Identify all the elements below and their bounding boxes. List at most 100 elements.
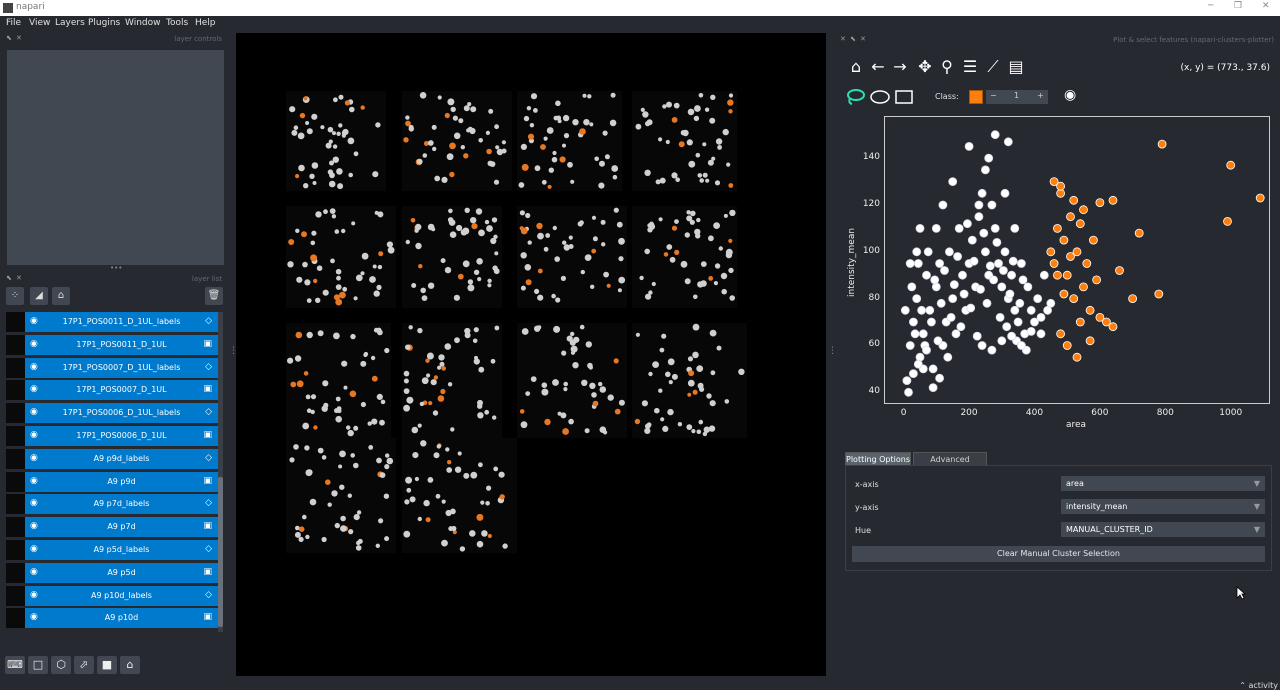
zoom-icon[interactable]: ⚲: [937, 57, 957, 77]
ellipse-select-icon[interactable]: [870, 90, 890, 104]
layer-row[interactable]: ◉ A9 p10d_labels ◇: [3, 585, 218, 606]
visibility-eye-icon[interactable]: ◉: [30, 316, 38, 326]
eye-icon[interactable]: ◉: [1064, 87, 1076, 103]
layer-item[interactable]: ◉ A9 p9d ▣: [25, 471, 218, 492]
transpose-button[interactable]: ⬀: [74, 656, 94, 674]
menu-window[interactable]: Window: [125, 18, 161, 28]
visibility-eye-icon[interactable]: ◉: [30, 453, 38, 463]
layer-item[interactable]: ◉ A9 p5d ▣: [25, 562, 218, 583]
menu-file[interactable]: File: [6, 18, 21, 28]
layer-item[interactable]: ◉ 17P1_POS0011_D_1UL ▣: [25, 334, 218, 355]
layer-row[interactable]: ◉ 17P1_POS0007_D_1UL_labels ◇: [3, 357, 218, 378]
home-button[interactable]: ⌂: [120, 656, 140, 674]
layer-item[interactable]: ◉ 17P1_POS0007_D_1UL_labels ◇: [25, 357, 218, 378]
menu-view[interactable]: View: [29, 18, 50, 28]
close-dock-icon[interactable]: ✕: [16, 274, 22, 282]
layer-row[interactable]: ◉ 17P1_POS0011_D_1UL ▣: [3, 334, 218, 355]
collapse-dock-icon[interactable]: ✕: [860, 35, 866, 43]
layer-item[interactable]: ◉ 17P1_POS0006_D_1UL ▣: [25, 426, 218, 446]
visibility-eye-icon[interactable]: ◉: [30, 339, 38, 349]
console-button[interactable]: ⌨: [5, 656, 25, 674]
visibility-eye-icon[interactable]: ◉: [30, 521, 38, 531]
layer-row[interactable]: ◉ A9 p9d ▣: [3, 471, 218, 492]
increment-icon[interactable]: +: [1037, 91, 1044, 100]
splitter-handle[interactable]: •••: [110, 264, 122, 272]
hue-select[interactable]: MANUAL_CLUSTER_ID ▼: [1061, 522, 1265, 537]
visibility-eye-icon[interactable]: ◉: [30, 590, 38, 600]
tab-plotting-options[interactable]: Plotting Options: [845, 452, 911, 466]
back-arrow-icon[interactable]: ←: [868, 57, 888, 77]
ndisplay-button[interactable]: □: [28, 656, 48, 674]
layer-row[interactable]: ◉ A9 p5d ▣: [3, 562, 218, 583]
float-dock-icon[interactable]: ⬉: [850, 35, 856, 43]
new-shapes-layer-button[interactable]: ◢: [30, 287, 48, 305]
layer-item[interactable]: ◉ A9 p9d_labels ◇: [25, 448, 218, 469]
float-dock-icon[interactable]: ⬉: [6, 34, 12, 42]
visibility-eye-icon[interactable]: ◉: [30, 384, 38, 394]
new-points-layer-button[interactable]: ⁘: [6, 287, 24, 305]
layer-thumbnail: [6, 494, 25, 515]
y-axis-select[interactable]: intensity_mean ▼: [1061, 499, 1265, 514]
layer-row[interactable]: ◉ 17P1_POS0007_D_1UL ▣: [3, 380, 218, 401]
visibility-eye-icon[interactable]: ◉: [30, 362, 38, 372]
viewer-canvas[interactable]: [236, 33, 826, 676]
x-axis-select[interactable]: area ▼: [1061, 476, 1265, 491]
visibility-eye-icon[interactable]: ◉: [30, 476, 38, 486]
menu-tools[interactable]: Tools: [166, 18, 188, 28]
class-color-swatch[interactable]: [969, 90, 983, 104]
layer-item[interactable]: ◉ A9 p7d ▣: [25, 517, 218, 538]
visibility-eye-icon[interactable]: ◉: [30, 567, 38, 577]
class-spinbox[interactable]: − 1 +: [986, 90, 1048, 104]
new-labels-layer-button[interactable]: ⌂: [52, 287, 70, 305]
subplots-icon[interactable]: ☰: [960, 57, 980, 77]
visibility-eye-icon[interactable]: ◉: [30, 612, 38, 622]
close-icon[interactable]: ✕: [1262, 1, 1270, 11]
lasso-icon[interactable]: [847, 89, 865, 105]
image-tile: [286, 323, 391, 438]
layer-row[interactable]: ◉ 17P1_POS0006_D_1UL_labels ◇: [3, 403, 218, 424]
close-dock-icon[interactable]: ✕: [16, 34, 22, 42]
tab-advanced-options[interactable]: Advanced Options: [913, 452, 987, 478]
minimize-icon[interactable]: ─: [1208, 1, 1213, 11]
roll-dims-button[interactable]: ⬡: [51, 656, 71, 674]
restore-icon[interactable]: ❐: [1234, 1, 1242, 11]
layer-row[interactable]: ◉ 17P1_POS0006_D_1UL ▣: [3, 426, 218, 446]
menu-plugins[interactable]: Plugins: [88, 18, 120, 28]
layer-list-scrollbar[interactable]: [218, 312, 223, 632]
scatter-plot[interactable]: 0 200 400 600 800 1000 40 60 80 100 120 140: [863, 116, 1270, 418]
visibility-eye-icon[interactable]: ◉: [30, 430, 38, 440]
forward-arrow-icon[interactable]: →: [890, 57, 910, 77]
activity-indicator[interactable]: ⌃ activity: [1239, 681, 1278, 690]
layer-row[interactable]: ◉ A9 p7d_labels ◇: [3, 494, 218, 515]
home-icon[interactable]: ⌂: [846, 57, 866, 77]
scrollbar-thumb[interactable]: [218, 477, 223, 627]
visibility-eye-icon[interactable]: ◉: [30, 407, 38, 417]
menu-layers[interactable]: Layers: [55, 18, 85, 28]
right-splitter-handle[interactable]: ⋮: [828, 346, 837, 356]
layer-row[interactable]: ◉ A9 p10d ▣: [3, 608, 218, 629]
layer-row[interactable]: ◉ 17P1_POS0011_D_1UL_labels ◇: [3, 312, 218, 332]
layer-item[interactable]: ◉ A9 p7d_labels ◇: [25, 494, 218, 515]
edit-axes-icon[interactable]: ⟋: [983, 57, 1003, 77]
layer-row[interactable]: ◉ A9 p9d_labels ◇: [3, 448, 218, 469]
layer-row[interactable]: ◉ A9 p5d_labels ◇: [3, 540, 218, 560]
visibility-eye-icon[interactable]: ◉: [30, 498, 38, 508]
rectangle-select-icon[interactable]: [895, 90, 913, 104]
layer-item[interactable]: ◉ 17P1_POS0006_D_1UL_labels ◇: [25, 403, 218, 424]
menu-help[interactable]: Help: [195, 18, 216, 28]
layer-item[interactable]: ◉ A9 p5d_labels ◇: [25, 540, 218, 560]
layer-row[interactable]: ◉ A9 p7d ▣: [3, 517, 218, 538]
delete-layer-button[interactable]: 🗑: [205, 287, 223, 305]
visibility-eye-icon[interactable]: ◉: [30, 544, 38, 554]
float-dock-icon[interactable]: ⬉: [6, 274, 12, 282]
close-dock-icon[interactable]: ✕: [840, 35, 846, 43]
grid-button[interactable]: ■: [97, 656, 117, 674]
decrement-icon[interactable]: −: [990, 91, 997, 100]
clear-selection-button[interactable]: Clear Manual Cluster Selection: [852, 546, 1265, 562]
layer-item[interactable]: ◉ 17P1_POS0011_D_1UL_labels ◇: [25, 312, 218, 332]
layer-item[interactable]: ◉ A9 p10d ▣: [25, 608, 218, 629]
layer-item[interactable]: ◉ A9 p10d_labels ◇: [25, 585, 218, 606]
layer-item[interactable]: ◉ 17P1_POS0007_D_1UL ▣: [25, 380, 218, 401]
save-icon[interactable]: ▤: [1006, 57, 1026, 77]
pan-icon[interactable]: ✥: [915, 57, 935, 77]
